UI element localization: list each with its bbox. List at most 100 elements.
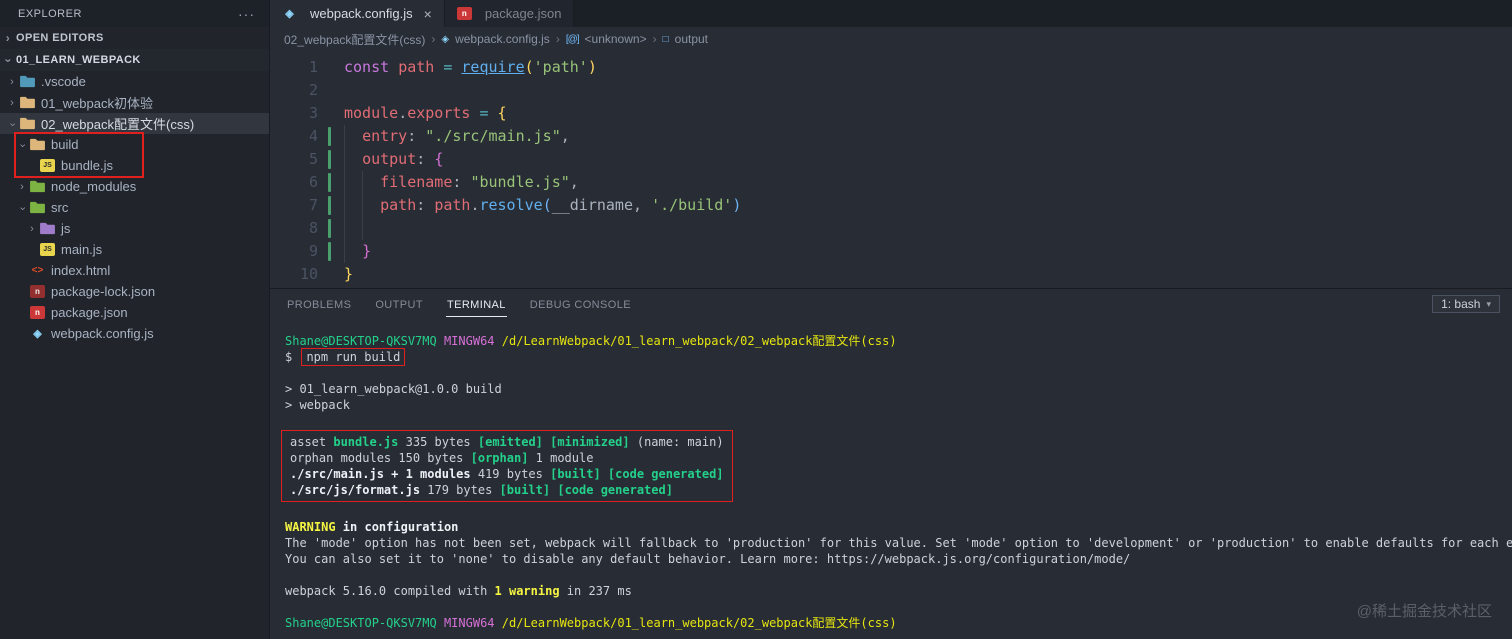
code-line[interactable]: 6 filename: "bundle.js", <box>270 171 1512 194</box>
tree-item-label: webpack.config.js <box>51 326 154 341</box>
tree-item-label: package-lock.json <box>51 284 156 299</box>
chevron-right-icon: › <box>5 31 11 45</box>
chevron-right-icon: › <box>30 222 34 235</box>
code-line[interactable]: 5 output: { <box>270 148 1512 171</box>
workspace-root-section[interactable]: › 01_LEARN_WEBPACK <box>0 49 269 71</box>
breadcrumb-item-symbol[interactable]: <unknown> <box>585 32 647 46</box>
panel-tab-output[interactable]: OUTPUT <box>374 292 424 316</box>
breadcrumb-item-symbol[interactable]: output <box>675 32 708 46</box>
line-number: 9 <box>308 242 318 260</box>
tree-item[interactable]: › build <box>0 134 269 155</box>
tree-item[interactable]: › 01_webpack初体验 <box>0 92 269 113</box>
tree-item[interactable]: › .vscode <box>0 71 269 92</box>
panel-tab-debug-console[interactable]: DEBUG CONSOLE <box>529 292 632 316</box>
code-line[interactable]: 8 <box>270 217 1512 240</box>
chevron-down-icon: › <box>16 206 29 210</box>
code-line[interactable]: 1 const path = require('path') <box>270 56 1512 79</box>
tab-package-json[interactable]: n package.json <box>444 0 575 27</box>
chevron-right-icon: › <box>10 96 14 109</box>
terminal-line: webpack 5.16.0 compiled with 1 warning i… <box>285 584 632 598</box>
more-actions-icon[interactable]: ··· <box>238 6 255 22</box>
chevron-down-icon: ▾ <box>1486 298 1491 309</box>
code-lines: 1 const path = require('path') 2 3 module.ex… <box>270 56 1512 286</box>
code-text: } <box>344 265 354 283</box>
line-number: 2 <box>308 81 318 99</box>
terminal-shell-selector[interactable]: 1: bash ▾ <box>1432 295 1500 313</box>
code-line[interactable]: 10} <box>270 263 1512 286</box>
explorer-header: EXPLORER ··· <box>0 0 269 27</box>
tree-item[interactable]: › 02_webpack配置文件(css) <box>0 113 269 134</box>
line-number: 7 <box>308 196 318 214</box>
code-line[interactable]: 4 entry: "./src/main.js", <box>270 125 1512 148</box>
code-text: output: { <box>344 148 443 171</box>
open-editors-section[interactable]: › OPEN EDITORS <box>0 27 269 49</box>
panel-tab-terminal[interactable]: TERMINAL <box>445 292 507 317</box>
terminal-line: WARNING in configuration <box>285 520 459 534</box>
code-line[interactable]: 7 path: path.resolve(__dirname, './build… <box>270 194 1512 217</box>
tree-item[interactable]: n package-lock.json <box>0 281 269 302</box>
line-number: 1 <box>308 58 318 76</box>
chevron-right-icon: › <box>10 75 14 88</box>
tree-item[interactable]: › node_modules <box>0 176 269 197</box>
tree-item-label: 01_webpack初体验 <box>41 96 153 111</box>
folder-icon <box>20 117 35 130</box>
terminal-line: You can also set it to 'none' to disable… <box>285 552 1131 566</box>
indent-guide <box>344 194 363 217</box>
line-number: 6 <box>308 173 318 191</box>
bottom-panel: PROBLEMS OUTPUT TERMINAL DEBUG CONSOLE 1… <box>270 288 1512 639</box>
breadcrumb-separator: › <box>555 32 560 46</box>
panel-tab-problems[interactable]: PROBLEMS <box>286 292 352 316</box>
shell-selector-label: 1: bash <box>1441 297 1481 311</box>
indent-guide <box>344 171 363 194</box>
indent-guide <box>362 171 381 194</box>
tree-item[interactable]: › src <box>0 197 269 218</box>
code-line[interactable]: 3 module.exports = { <box>270 102 1512 125</box>
code-text: } <box>344 240 371 263</box>
folder-icon <box>20 96 35 109</box>
code-text: const path = require('path') <box>344 58 597 76</box>
tree-item-label: .vscode <box>41 74 86 89</box>
code-text: entry: "./src/main.js", <box>344 125 570 148</box>
terminal-line: > webpack <box>285 398 351 412</box>
terminal-line: The 'mode' option has not been set, webp… <box>285 536 1512 550</box>
indent-guide <box>344 148 363 171</box>
terminal-line: ./src/main.js + 1 modules 419 bytes [bui… <box>290 467 724 481</box>
code-text: module.exports = { <box>344 104 507 122</box>
code-line[interactable]: 2 <box>270 79 1512 102</box>
folder-icon <box>30 201 45 214</box>
close-icon[interactable]: × <box>424 6 432 22</box>
panel-header: PROBLEMS OUTPUT TERMINAL DEBUG CONSOLE 1… <box>270 289 1512 319</box>
explorer-sidebar: EXPLORER ··· › OPEN EDITORS › 01_LEARN_W… <box>0 0 270 639</box>
terminal-line: ./src/js/format.js 179 bytes [built] [co… <box>290 483 673 497</box>
tab-label: webpack.config.js <box>310 6 413 21</box>
folder-icon <box>40 222 55 235</box>
indent-guide <box>344 240 363 263</box>
tree-item[interactable]: n package.json <box>0 302 269 323</box>
folder-icon <box>30 180 45 193</box>
breadcrumb: 02_webpack配置文件(css) › ◈ webpack.config.j… <box>270 27 1512 51</box>
tab-webpack-config-js[interactable]: ◈ webpack.config.js × <box>270 0 445 27</box>
code-line[interactable]: 9 } <box>270 240 1512 263</box>
breadcrumb-separator: › <box>431 32 436 46</box>
webpack-file-icon: ◈ <box>33 328 42 340</box>
terminal-line: $ npm run build <box>285 348 1512 366</box>
tree-item-label: js <box>61 221 71 236</box>
tree-item[interactable]: ◈ webpack.config.js <box>0 323 269 344</box>
tree-item[interactable]: JS main.js <box>0 239 269 260</box>
code-text <box>344 217 381 240</box>
breadcrumb-item-file[interactable]: webpack.config.js <box>455 32 550 46</box>
tree-item[interactable]: › js <box>0 218 269 239</box>
tree-item[interactable]: JS bundle.js <box>0 155 269 176</box>
annotation-box-webpack-output: asset bundle.js 335 bytes [emitted] [min… <box>281 430 733 502</box>
tree-item-label: 02_webpack配置文件(css) <box>41 117 195 132</box>
terminal-line: Shane@DESKTOP-QKSV7MQ MINGW64 /d/LearnWe… <box>285 334 897 348</box>
terminal-content[interactable]: Shane@DESKTOP-QKSV7MQ MINGW64 /d/LearnWe… <box>270 319 1512 639</box>
indent-guide <box>344 217 363 240</box>
line-number: 4 <box>308 127 318 145</box>
breadcrumb-item-folder[interactable]: 02_webpack配置文件(css) <box>284 31 425 48</box>
tree-item[interactable]: <> index.html <box>0 260 269 281</box>
code-editor[interactable]: 1 const path = require('path') 2 3 module.ex… <box>270 51 1512 288</box>
editor-area: ◈ webpack.config.js × n package.json 02_… <box>270 0 1512 639</box>
